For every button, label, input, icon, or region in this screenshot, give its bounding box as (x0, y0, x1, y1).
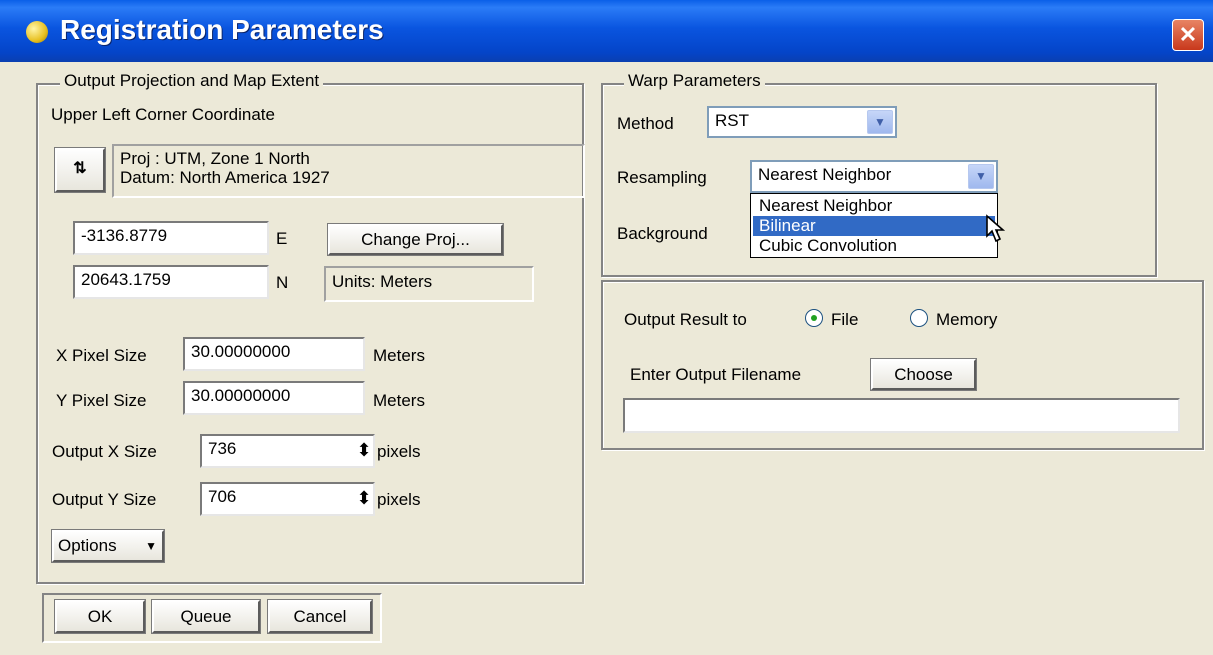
chevron-down-icon: ▼ (145, 539, 157, 553)
ok-button[interactable]: OK (55, 600, 145, 633)
queue-button[interactable]: Queue (152, 600, 260, 633)
output-y-size-input[interactable]: 706 (200, 482, 375, 516)
datum-line: Datum: North America 1927 (120, 168, 330, 187)
easting-unit: E (276, 229, 288, 248)
northing-input[interactable]: 20643.1759 (73, 265, 269, 299)
spinner-arrows-icon[interactable]: ⬍ (356, 487, 372, 511)
resampling-label: Resampling (617, 168, 707, 187)
x-pixel-size-unit: Meters (373, 346, 425, 365)
output-filename-label: Enter Output Filename (630, 365, 802, 384)
memory-radio[interactable] (910, 309, 928, 327)
resampling-option[interactable]: Cubic Convolution (753, 236, 995, 256)
x-pixel-size-input[interactable]: 30.00000000 (183, 337, 365, 371)
y-pixel-size-input[interactable]: 30.00000000 (183, 381, 365, 415)
chevron-down-icon[interactable]: ▼ (968, 164, 994, 189)
swap-arrows-icon[interactable]: ⇅ (55, 148, 105, 192)
output-x-size-input[interactable]: 736 (200, 434, 375, 468)
units-display: Units: Meters (324, 266, 534, 302)
output-x-size-label: Output X Size (52, 442, 157, 461)
output-x-size-unit: pixels (377, 442, 421, 461)
output-result-label: Output Result to (624, 310, 747, 329)
resampling-value: Nearest Neighbor (758, 165, 892, 184)
background-label: Background (617, 224, 708, 243)
method-label: Method (617, 114, 674, 133)
warp-group-label: Warp Parameters (624, 71, 765, 91)
cancel-button[interactable]: Cancel (268, 600, 372, 633)
chevron-down-icon[interactable]: ▼ (867, 110, 893, 134)
output-y-size-label: Output Y Size (52, 490, 157, 509)
resampling-option-highlighted[interactable]: Bilinear (753, 216, 995, 236)
output-y-size-unit: pixels (377, 490, 421, 509)
options-label: Options (58, 536, 117, 555)
y-pixel-size-label: Y Pixel Size (56, 391, 147, 410)
x-pixel-size-label: X Pixel Size (56, 346, 147, 365)
northing-unit: N (276, 273, 289, 292)
memory-radio-label: Memory (936, 310, 998, 329)
spinner-arrows-icon[interactable]: ⬍ (356, 439, 372, 463)
window-title: Registration Parameters (60, 14, 384, 45)
file-radio-label: File (831, 310, 859, 329)
projection-line: Proj : UTM, Zone 1 North (120, 149, 310, 168)
file-radio[interactable] (805, 309, 823, 327)
options-button[interactable]: Options ▼ (52, 530, 164, 562)
registration-parameters-dialog: Registration Parameters ✕ Output Project… (0, 0, 1213, 655)
method-value: RST (715, 111, 749, 130)
title-bar: Registration Parameters ✕ (0, 0, 1213, 62)
y-pixel-size-unit: Meters (373, 391, 425, 410)
resampling-dropdown-list: Nearest Neighbor Bilinear Cubic Convolut… (750, 193, 998, 258)
projection-info-box: Proj : UTM, Zone 1 North Datum: North Am… (112, 144, 585, 198)
resampling-option[interactable]: Nearest Neighbor (753, 196, 995, 216)
method-select[interactable]: RST ▼ (707, 106, 897, 138)
projection-group-label: Output Projection and Map Extent (60, 71, 324, 91)
easting-input[interactable]: -3136.8779 (73, 221, 269, 255)
choose-button[interactable]: Choose (871, 359, 976, 390)
output-filename-input[interactable] (623, 398, 1180, 433)
app-icon (26, 21, 48, 43)
corner-coordinate-label: Upper Left Corner Coordinate (51, 105, 275, 124)
close-icon[interactable]: ✕ (1172, 19, 1204, 51)
resampling-select[interactable]: Nearest Neighbor ▼ (750, 160, 998, 193)
mouse-pointer-icon (985, 214, 1009, 249)
change-proj-button[interactable]: Change Proj... (328, 224, 503, 255)
